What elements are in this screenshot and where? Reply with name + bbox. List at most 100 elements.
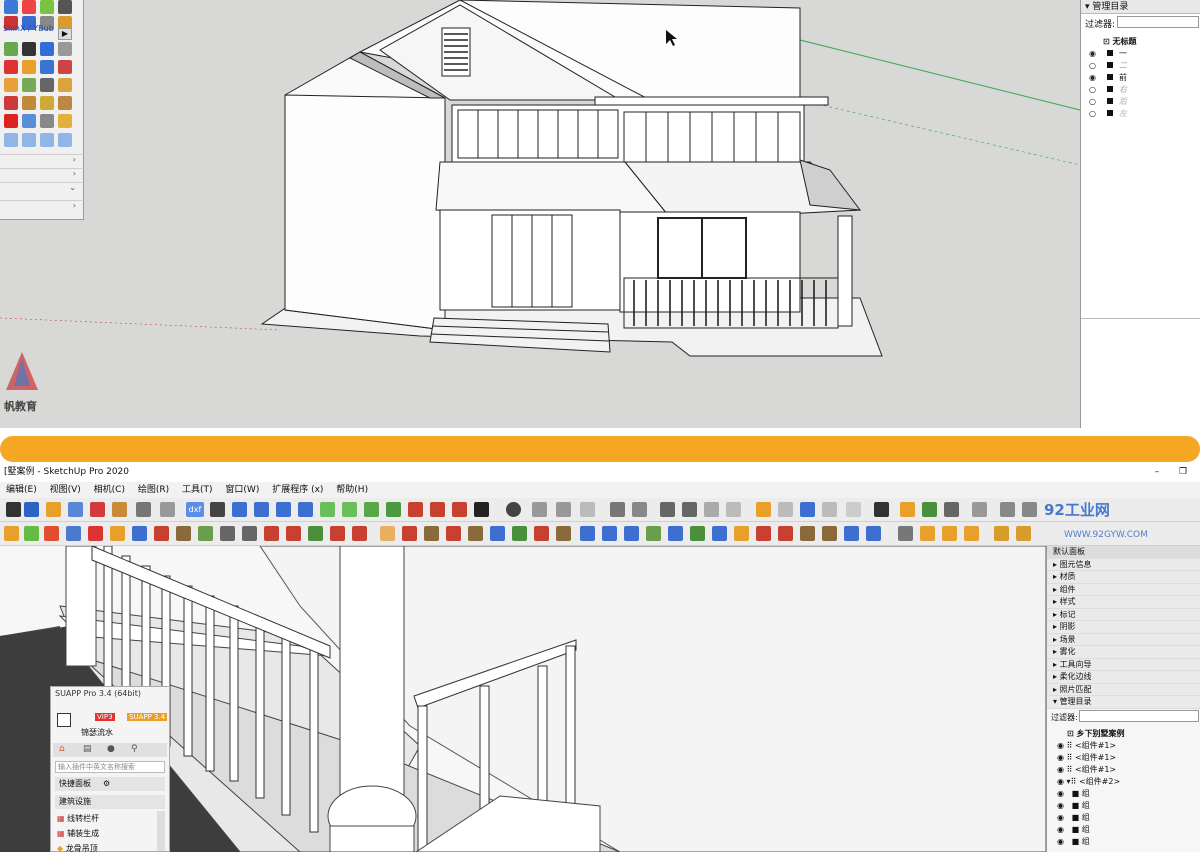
tool-icon[interactable] xyxy=(22,133,36,147)
tool-icon[interactable] xyxy=(610,502,625,517)
eye-off-icon[interactable]: ○ xyxy=(1089,97,1103,106)
outliner-root[interactable]: ⊡ 无标题 xyxy=(1103,36,1137,47)
tool-icon[interactable] xyxy=(942,526,957,541)
tool-icon[interactable] xyxy=(264,526,279,541)
tool-icon[interactable] xyxy=(364,502,379,517)
tray-outliner[interactable]: ▾ 管理目录 xyxy=(1047,696,1200,709)
tray-shadows[interactable]: ▸ 阴影 xyxy=(1047,621,1200,634)
tool-icon[interactable] xyxy=(386,502,401,517)
layer-row[interactable]: ○ 二 xyxy=(1089,60,1127,72)
vip-badge[interactable]: VIP3 xyxy=(95,713,115,721)
tool-icon[interactable] xyxy=(68,502,83,517)
tool-icon[interactable] xyxy=(866,526,881,541)
outliner-row[interactable]: ◉ ▾⠿ <组件#2> xyxy=(1057,776,1120,788)
search-tab-icon[interactable]: ⚲ xyxy=(131,744,138,754)
plugin-item[interactable]: ◆ 龙骨吊顶 xyxy=(57,843,98,852)
tool-icon[interactable] xyxy=(254,502,269,517)
eye-off-icon[interactable]: ○ xyxy=(1089,85,1103,94)
outliner-row[interactable]: ◉ ■ 组 xyxy=(1057,824,1090,836)
tool-icon[interactable] xyxy=(944,502,959,517)
tool-icon[interactable] xyxy=(22,114,36,128)
tool-icon[interactable] xyxy=(40,133,54,147)
tool-icon[interactable] xyxy=(452,502,467,517)
tool-icon[interactable] xyxy=(22,96,36,110)
tool-icon[interactable] xyxy=(286,526,301,541)
tool-icon[interactable] xyxy=(632,502,647,517)
plugin-item[interactable]: ▦ 线转栏杆 xyxy=(57,813,99,824)
tool-icon[interactable] xyxy=(66,526,81,541)
tray-tags[interactable]: ▸ 标记 xyxy=(1047,608,1200,621)
menu-help[interactable]: 帮助(H) xyxy=(336,485,368,495)
eye-icon[interactable]: ◉ xyxy=(1089,49,1103,58)
lock-icon[interactable] xyxy=(726,502,741,517)
menu-window[interactable]: 窗口(W) xyxy=(225,485,259,495)
tool-icon[interactable] xyxy=(210,502,225,517)
tool-icon[interactable] xyxy=(922,502,937,517)
section-row[interactable]: 建筑设施 xyxy=(55,795,165,809)
tool-icon[interactable] xyxy=(712,526,727,541)
select-tool-icon[interactable] xyxy=(6,502,21,517)
tool-icon[interactable] xyxy=(232,502,247,517)
tool-icon[interactable] xyxy=(898,526,913,541)
tool-icon[interactable] xyxy=(58,60,72,74)
tool-icon[interactable] xyxy=(298,502,313,517)
tool-icon[interactable] xyxy=(112,502,127,517)
tool-icon[interactable] xyxy=(320,502,335,517)
tool-icon[interactable] xyxy=(660,502,675,517)
home-tab-icon[interactable]: ⌂ xyxy=(59,744,65,754)
tool-icon[interactable] xyxy=(380,526,395,541)
camera-icon[interactable] xyxy=(846,502,861,517)
tool-icon[interactable] xyxy=(58,78,72,92)
tool-icon[interactable] xyxy=(756,526,771,541)
tool-icon[interactable] xyxy=(690,526,705,541)
menu-extensions[interactable]: 扩展程序 (x) xyxy=(272,485,323,495)
tool-icon[interactable] xyxy=(734,526,749,541)
tool-icon[interactable] xyxy=(110,526,125,541)
layer-row[interactable]: ○ 右 xyxy=(1089,84,1127,96)
tool-icon[interactable] xyxy=(800,526,815,541)
tray-components[interactable]: ▸ 组件 xyxy=(1047,583,1200,596)
filter-input[interactable] xyxy=(1079,710,1199,722)
list-tab-icon[interactable]: ▤ xyxy=(83,744,92,754)
tool-icon[interactable] xyxy=(58,114,72,128)
outliner-root[interactable]: ⊡ 乡下别墅案例 xyxy=(1067,728,1125,740)
cursor-tool-icon[interactable] xyxy=(160,502,175,517)
tool-icon[interactable] xyxy=(800,502,815,517)
tool-icon[interactable] xyxy=(40,42,54,56)
tray-instructor[interactable]: ▸ 工具向导 xyxy=(1047,658,1200,671)
tool-icon[interactable] xyxy=(704,502,719,517)
outliner-row[interactable]: ◉ ⠿ <组件#1> xyxy=(1057,752,1116,764)
tray-fog[interactable]: ▸ 雾化 xyxy=(1047,646,1200,659)
tool-icon[interactable] xyxy=(430,502,445,517)
tool-icon[interactable] xyxy=(22,0,36,14)
tool-icon[interactable] xyxy=(874,502,889,517)
tool-icon[interactable] xyxy=(40,0,54,14)
filter-input[interactable] xyxy=(1117,16,1199,28)
tool-icon[interactable] xyxy=(4,114,18,128)
tool-icon[interactable] xyxy=(4,96,18,110)
tool-icon[interactable] xyxy=(844,526,859,541)
plugin-item[interactable]: ▦ 辅装生成 xyxy=(57,828,99,839)
layer-row[interactable]: ◉ 前 xyxy=(1089,72,1127,84)
menu-camera[interactable]: 相机(C) xyxy=(94,485,125,495)
tool-icon[interactable] xyxy=(822,502,837,517)
panel-section-row[interactable]: › xyxy=(0,168,82,182)
eye-off-icon[interactable]: ○ xyxy=(1089,109,1103,118)
outliner-row[interactable]: ◉ ⠿ <组件#1> xyxy=(1057,740,1116,752)
tool-icon[interactable] xyxy=(646,526,661,541)
layer-row[interactable]: ○ 后 xyxy=(1089,96,1127,108)
tool-icon[interactable] xyxy=(556,526,571,541)
tool-icon[interactable] xyxy=(556,502,571,517)
tool-icon[interactable] xyxy=(408,502,423,517)
restore-button[interactable]: ❐ xyxy=(1176,462,1190,482)
tool-icon[interactable] xyxy=(58,96,72,110)
tool-icon[interactable] xyxy=(580,526,595,541)
tool-icon[interactable] xyxy=(176,526,191,541)
tool-icon[interactable] xyxy=(58,133,72,147)
dxf-button[interactable]: dxf xyxy=(186,502,204,517)
tool-icon[interactable] xyxy=(352,526,367,541)
tool-icon[interactable] xyxy=(506,502,521,517)
menu-draw[interactable]: 绘图(R) xyxy=(138,485,169,495)
menu-edit[interactable]: 编辑(E) xyxy=(6,485,37,495)
tool-icon[interactable] xyxy=(24,502,39,517)
